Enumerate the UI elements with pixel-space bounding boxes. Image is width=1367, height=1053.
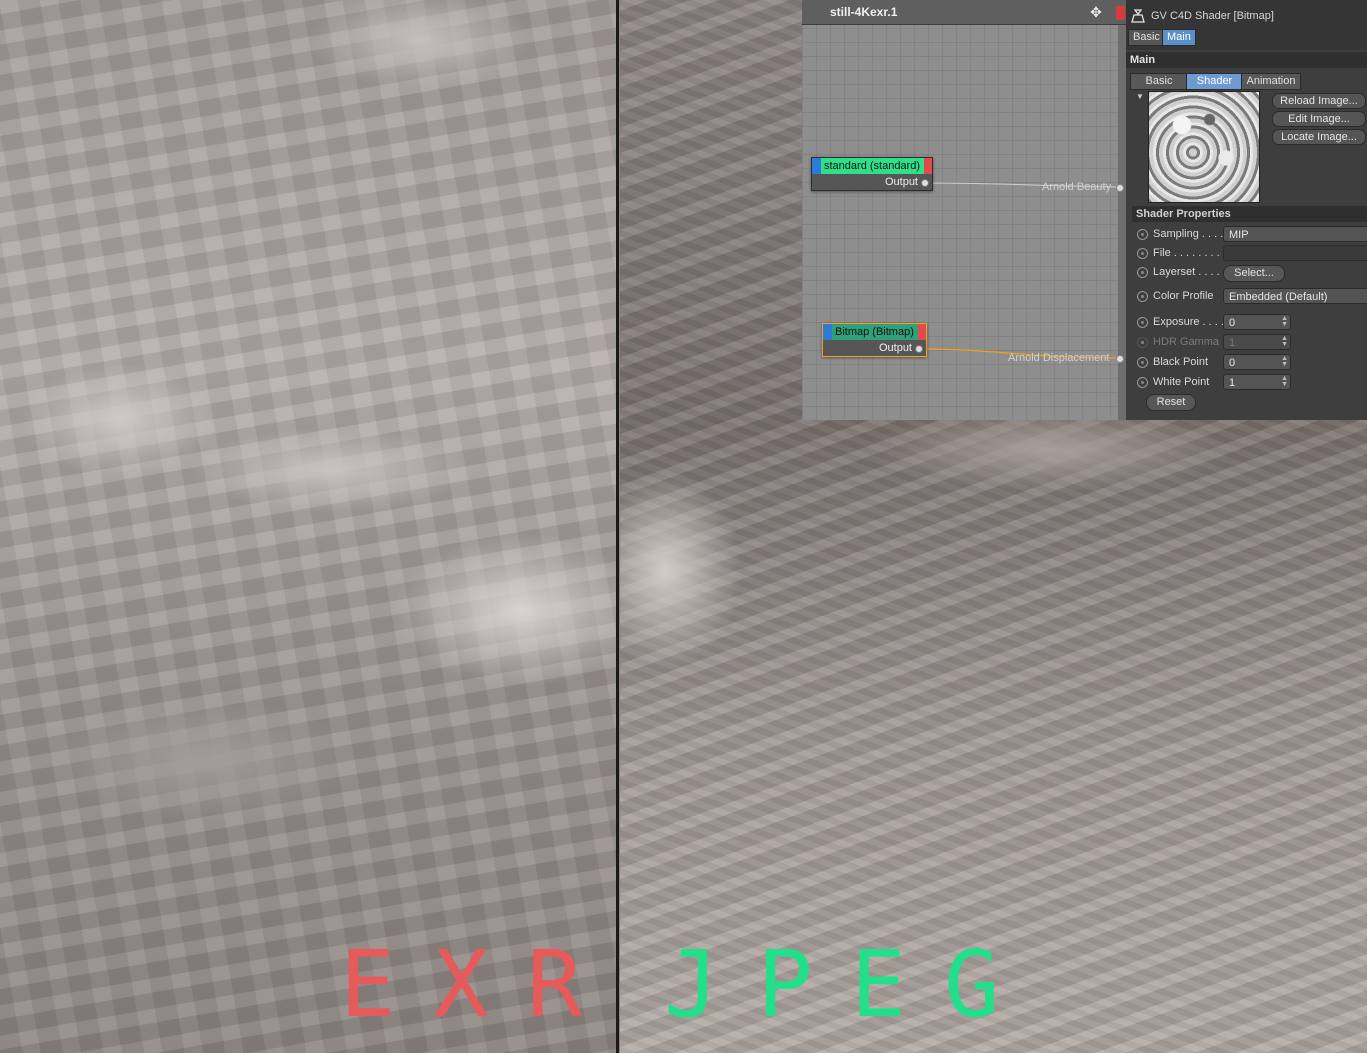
stepper-arrows-icon: ▲ ▼ [1281,335,1288,348]
black-point-input[interactable]: 0 ▲ ▼ [1223,354,1291,370]
exposure-input[interactable]: 0 ▲ ▼ [1223,314,1291,330]
prop-label: Color Profile [1153,290,1214,302]
prop-label: Black Point [1153,356,1209,368]
locate-image-button[interactable]: Locate Image... [1272,129,1366,145]
move-icon[interactable]: ✥ [1088,4,1104,20]
animate-radio-icon[interactable] [1137,377,1148,388]
node-color-cap [918,324,926,340]
reload-image-button[interactable]: Reload Image... [1272,93,1366,109]
field-value: 1 [1229,377,1236,389]
attr-header: GV C4D Shader [Bitmap] Basic Main [1126,0,1367,50]
prop-label: Exposure . . . . [1153,316,1224,328]
prop-file: File . . . . . . . . . [1126,245,1367,263]
collapse-arrow-icon[interactable]: ▼ [1136,92,1144,101]
tab-basic[interactable]: Basic [1130,73,1188,90]
layerset-select-button[interactable]: Select... [1223,265,1285,282]
port-dot-icon[interactable] [915,345,923,353]
port-dot-icon[interactable] [921,179,929,187]
prop-label: HDR Gamma [1153,336,1220,348]
prop-label: Layerset . . . . [1153,266,1220,278]
input-port-dot-icon[interactable] [1116,184,1124,192]
prop-color-profile: Color Profile Embedded (Default) [1126,288,1367,306]
tab-main-top[interactable]: Main [1162,29,1196,46]
stepper-arrows-icon[interactable]: ▲ ▼ [1281,355,1288,368]
close-tab-icon[interactable] [1116,6,1125,20]
attr-title: GV C4D Shader [Bitmap] [1151,10,1274,22]
prop-layerset: Layerset . . . . Select... [1126,264,1367,282]
prop-exposure: Exposure . . . . 0 ▲ ▼ [1126,314,1367,332]
animate-radio-icon[interactable] [1137,317,1148,328]
wire-label-beauty: Arnold Beauty [1042,181,1112,193]
caption-exr: EXR [340,931,621,1038]
prop-label: White Point [1153,376,1210,388]
wire-label-displacement: Arnold Displacement [1008,352,1110,364]
comparison-divider [616,0,619,1053]
port-label: Output [878,342,912,354]
animate-radio-icon[interactable] [1137,291,1148,302]
shader-icon [1131,9,1145,23]
editor-titlebar: still-4Kexr.1 ✥ [802,0,1126,25]
node-title: standard (standard) [824,160,920,172]
field-value: 0 [1229,317,1236,329]
white-point-input[interactable]: 1 ▲ ▼ [1223,374,1291,390]
tab-shader[interactable]: Shader [1186,73,1243,90]
port-label: Output [884,176,918,188]
tab-animation[interactable]: Animation [1241,73,1301,90]
animate-radio-icon[interactable] [1137,357,1148,368]
prop-sampling: Sampling . . . . MIP [1126,226,1367,244]
node-header[interactable]: standard (standard) [812,158,932,174]
edit-image-button[interactable]: Edit Image... [1272,111,1366,127]
section-shader-properties: Shader Properties [1132,206,1367,222]
caption-jpeg: JPEG [664,931,1038,1038]
prop-label: File . . . . . . . . . [1153,247,1226,259]
prop-hdr-gamma: HDR Gamma 1 ▲ ▼ [1126,334,1367,352]
animate-radio-icon [1137,337,1148,348]
color-profile-dropdown[interactable]: Embedded (Default) [1223,288,1367,304]
tab-basic-top[interactable]: Basic [1128,29,1165,46]
attribute-manager: GV C4D Shader [Bitmap] Basic Main Main B… [1126,0,1367,420]
prop-black-point: Black Point 0 ▲ ▼ [1126,354,1367,372]
sampling-dropdown[interactable]: MIP [1223,226,1367,242]
section-main: Main [1126,52,1367,68]
field-value: 0 [1229,357,1236,369]
exr-render [0,0,617,1053]
file-path-field[interactable] [1223,245,1367,261]
hdr-gamma-input: 1 ▲ ▼ [1223,334,1291,350]
node-bitmap[interactable]: Bitmap (Bitmap) Output [822,323,927,357]
animate-radio-icon[interactable] [1137,248,1148,259]
editor-title: still-4Kexr.1 [830,5,898,19]
bitmap-preview-thumbnail [1148,91,1260,203]
node-output-port[interactable]: Output [823,340,926,356]
node-header[interactable]: Bitmap (Bitmap) [823,324,926,340]
stepper-arrows-icon[interactable]: ▲ ▼ [1281,315,1288,328]
node-type-stripe [812,158,821,174]
stepper-arrows-icon[interactable]: ▲ ▼ [1281,375,1288,388]
node-title: Bitmap (Bitmap) [835,326,914,338]
field-value: 1 [1229,337,1236,349]
node-output-port[interactable]: Output [812,174,932,190]
node-standard[interactable]: standard (standard) Output [811,157,933,191]
reset-button[interactable]: Reset [1146,394,1196,411]
prop-label: Sampling . . . . [1153,228,1224,240]
prop-white-point: White Point 1 ▲ ▼ [1126,374,1367,392]
node-color-cap [924,158,932,174]
xpresso-node-editor[interactable]: still-4Kexr.1 ✥ standard (standard) Outp… [802,0,1127,420]
animate-radio-icon[interactable] [1137,267,1148,278]
input-port-dot-icon[interactable] [1116,355,1124,363]
node-type-stripe [823,324,832,340]
animate-radio-icon[interactable] [1137,229,1148,240]
